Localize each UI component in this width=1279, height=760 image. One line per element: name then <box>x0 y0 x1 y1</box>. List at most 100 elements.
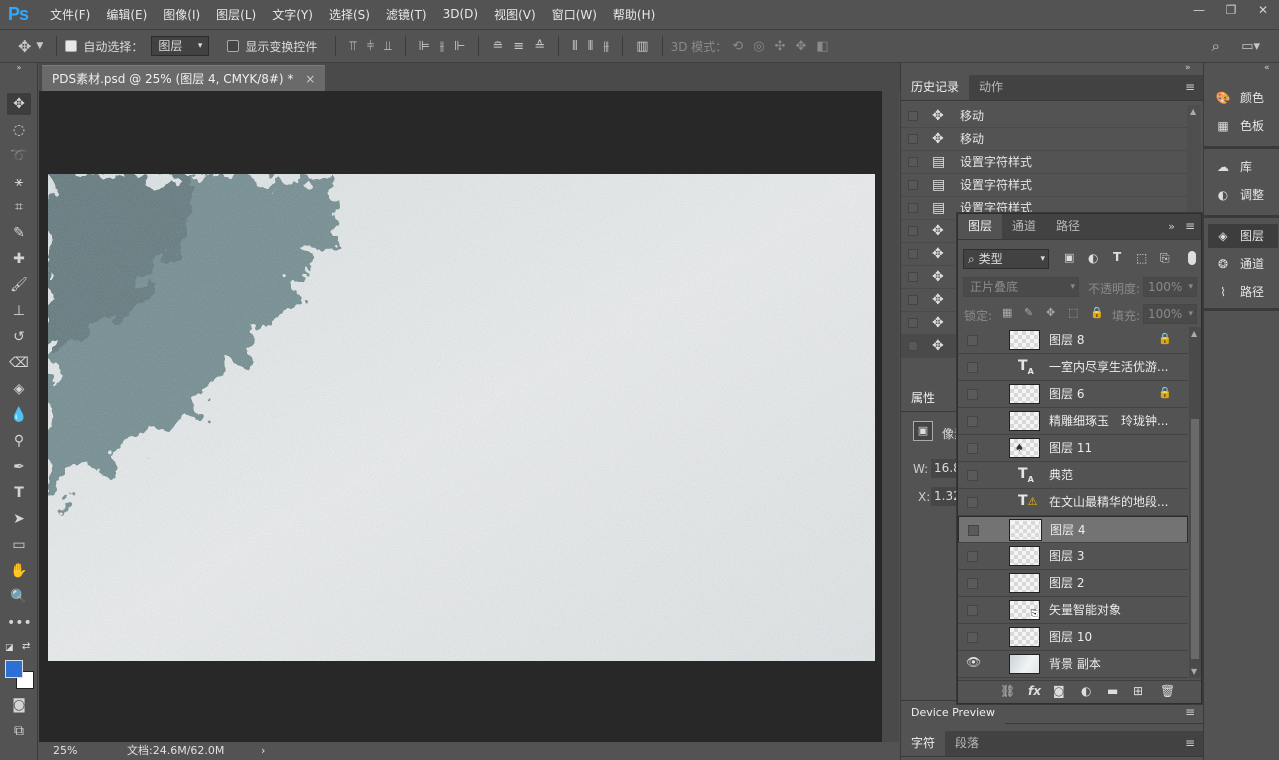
history-snapshot-box[interactable] <box>908 203 918 213</box>
distribute-top-icon[interactable]: ≘ <box>492 39 503 54</box>
move-tool-icon[interactable]: ✥ <box>18 37 31 56</box>
layer-row[interactable]: 精雕细琢玉 玲珑钟... <box>958 408 1188 435</box>
scroll-up-icon[interactable]: ▲ <box>1191 329 1197 338</box>
opacity-field[interactable]: 100% ▾ <box>1143 277 1197 297</box>
history-item[interactable]: ▤ 设置字符样式 <box>901 174 1187 197</box>
magic-wand-tool-icon[interactable]: ⚹ <box>7 171 31 193</box>
align-vcenter-icon[interactable]: ⫩ <box>367 39 374 54</box>
document-canvas[interactable] <box>48 174 875 661</box>
menu-view[interactable]: 视图(V) <box>486 6 544 23</box>
quick-mask-icon[interactable]: ◙ <box>7 694 31 716</box>
history-item[interactable]: ✥ 移动 <box>901 128 1187 151</box>
lock-transparent-icon[interactable]: ▦ <box>1002 306 1012 319</box>
menu-help[interactable]: 帮助(H) <box>605 6 663 23</box>
marquee-tool-icon[interactable]: ◌ <box>7 119 31 141</box>
tab-close-icon[interactable]: × <box>305 72 315 86</box>
layer-row[interactable]: 图层 2 <box>958 570 1188 597</box>
align-right-icon[interactable]: ⊩ <box>454 39 465 54</box>
visibility-toggle[interactable] <box>967 470 978 481</box>
zoom-level-field[interactable]: 25% <box>53 742 77 760</box>
layer-row[interactable]: 图层 10 <box>958 624 1188 651</box>
filter-adjustment-icon[interactable]: ◐ <box>1088 251 1098 265</box>
swap-colors-icon[interactable]: ⇄ <box>22 641 30 652</box>
3d-slide-icon[interactable]: ✥ <box>795 39 806 54</box>
layer-row[interactable]: TA 典范 <box>958 462 1188 489</box>
layer-style-fx-button[interactable]: fx <box>1028 684 1041 698</box>
add-mask-icon[interactable]: ◙ <box>1053 684 1065 698</box>
visibility-toggle[interactable] <box>967 551 978 562</box>
panel-menu-icon[interactable]: ≡ <box>1185 731 1195 756</box>
type-tool-icon[interactable]: T <box>7 482 31 504</box>
delete-layer-trash-icon[interactable]: 🗑 <box>1160 684 1175 698</box>
tab-channels[interactable]: 通道 <box>1002 214 1046 239</box>
distribute-bottom-icon[interactable]: ≙ <box>534 39 545 54</box>
status-menu-arrow[interactable]: › <box>261 742 265 760</box>
panel-menu-icon[interactable]: ≡ <box>1185 75 1195 100</box>
distribute-right-icon[interactable]: ⫵ <box>603 39 609 54</box>
canvas-vertical-scrollbar[interactable] <box>882 91 899 742</box>
layer-row[interactable]: 图层 6 🔒 <box>958 381 1188 408</box>
history-item[interactable]: ▤ 设置字符样式 <box>901 151 1187 174</box>
filter-smart-object-icon[interactable]: ⎘ <box>1160 251 1170 266</box>
collapse-arrows-icon[interactable]: » <box>7 63 31 73</box>
tab-paragraph[interactable]: 段落 <box>945 731 989 756</box>
lasso-tool-icon[interactable]: ➰ <box>7 145 31 167</box>
layer-row[interactable]: T⚠ 在文山最精华的地段... <box>958 489 1188 516</box>
show-transform-checkbox[interactable] <box>227 40 240 52</box>
visibility-toggle[interactable] <box>967 416 978 427</box>
layers-scrollbar[interactable]: ▲ ▼ <box>1189 327 1201 678</box>
history-snapshot-box[interactable] <box>908 249 918 259</box>
tool-preset-chevron-icon[interactable]: ▼ <box>36 41 43 51</box>
3d-scale-icon[interactable]: ◧ <box>816 39 828 54</box>
auto-select-checkbox[interactable] <box>65 40 78 52</box>
filter-toggle-icon[interactable] <box>1188 251 1196 265</box>
layer-row[interactable]: 图层 4 <box>958 516 1188 543</box>
visibility-toggle[interactable] <box>967 578 978 589</box>
path-selection-tool-icon[interactable]: ➤ <box>7 508 31 530</box>
lock-artboard-icon[interactable]: ⬚ <box>1068 306 1078 319</box>
hand-tool-icon[interactable]: ✋ <box>7 560 31 582</box>
scroll-down-icon[interactable]: ▼ <box>1191 667 1197 676</box>
dock-channels[interactable]: ❂ 通道 <box>1208 252 1278 276</box>
document-tab[interactable]: PDS素材.psd @ 25% (图层 4, CMYK/8#) * × <box>42 65 326 91</box>
blur-tool-icon[interactable]: 💧 <box>7 404 31 426</box>
distribute-hcenter-icon[interactable]: ⦀ <box>588 39 594 54</box>
visibility-toggle[interactable] <box>968 525 979 536</box>
menu-image[interactable]: 图像(I) <box>155 6 208 23</box>
fill-field[interactable]: 100% ▾ <box>1143 304 1197 324</box>
healing-brush-tool-icon[interactable]: ✚ <box>7 248 31 270</box>
new-adjustment-icon[interactable]: ◐ <box>1081 684 1091 698</box>
visibility-toggle[interactable] <box>967 389 978 400</box>
panel-menu-icon[interactable]: ≡ <box>1185 214 1195 239</box>
close-button[interactable]: ✕ <box>1247 0 1279 22</box>
link-layers-icon[interactable]: ⛓ <box>1000 684 1015 698</box>
dock-adjustments[interactable]: ◐ 调整 <box>1208 183 1278 207</box>
eyedropper-tool-icon[interactable]: ✎ <box>7 222 31 244</box>
history-snapshot-box[interactable] <box>908 295 918 305</box>
scroll-thumb[interactable] <box>1191 419 1199 659</box>
menu-3d[interactable]: 3D(D) <box>435 7 486 21</box>
dock-paths[interactable]: ⌇ 路径 <box>1208 280 1278 304</box>
paint-bucket-tool-icon[interactable]: ◈ <box>7 378 31 400</box>
history-item[interactable]: ✥ 移动 <box>901 105 1187 128</box>
tab-paths[interactable]: 路径 <box>1046 214 1090 239</box>
pen-tool-icon[interactable]: ✒ <box>7 456 31 478</box>
tab-properties[interactable]: 属性 <box>901 386 946 411</box>
lock-all-icon[interactable]: 🔒 <box>1090 306 1104 319</box>
menu-window[interactable]: 窗口(W) <box>544 6 605 23</box>
filter-type-icon[interactable]: T <box>1113 250 1121 264</box>
visibility-toggle[interactable] <box>967 362 978 373</box>
visibility-toggle[interactable] <box>967 605 978 616</box>
screen-mode-icon[interactable]: ⧉ <box>7 720 31 742</box>
auto-select-target-dropdown[interactable]: 图层 ▾ <box>151 36 210 56</box>
history-snapshot-box[interactable] <box>908 180 918 190</box>
history-snapshot-box[interactable] <box>908 111 918 121</box>
align-top-icon[interactable]: ⫪ <box>349 39 356 54</box>
align-hcenter-icon[interactable]: ⫲ <box>440 39 444 54</box>
menu-type[interactable]: 文字(Y) <box>264 6 321 23</box>
history-brush-tool-icon[interactable]: ↺ <box>7 326 31 348</box>
clone-stamp-tool-icon[interactable]: ⊥ <box>7 300 31 322</box>
tab-actions[interactable]: 动作 <box>969 75 1013 100</box>
move-tool-icon[interactable]: ✥ <box>7 93 31 115</box>
scroll-up-icon[interactable]: ▲ <box>1190 107 1196 116</box>
